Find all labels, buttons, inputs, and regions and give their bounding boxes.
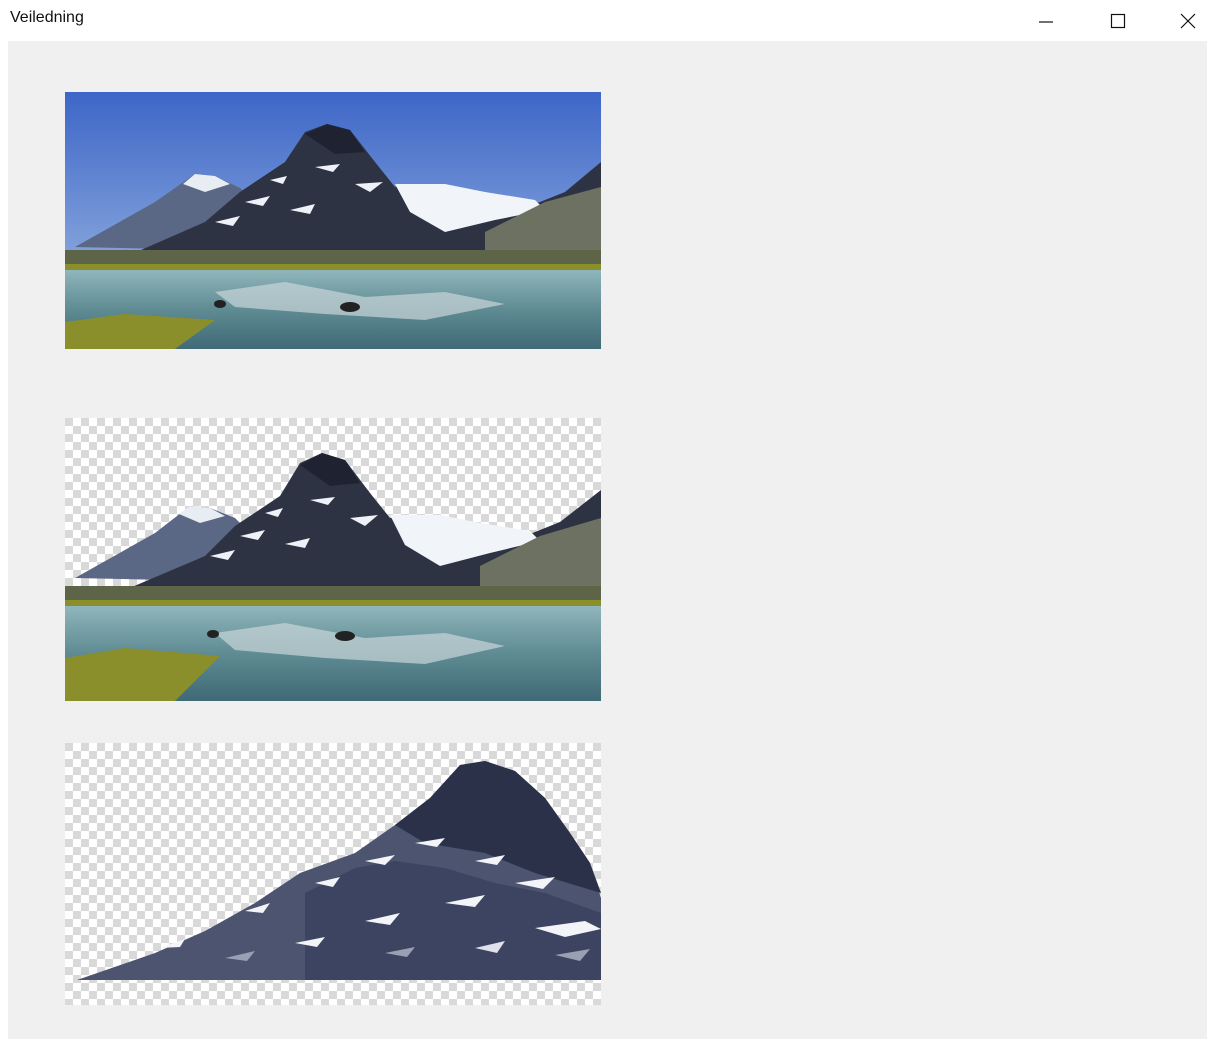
minimize-button[interactable] (1010, 0, 1082, 41)
mountain-lake-photo (65, 92, 601, 349)
mountain-lake-sky-removed (65, 418, 601, 701)
maximize-button[interactable] (1082, 0, 1154, 41)
title-bar: Veiledning (0, 0, 1215, 41)
close-button[interactable] (1152, 0, 1215, 41)
maximize-icon (1110, 13, 1126, 28)
window-title: Veiledning (10, 9, 84, 26)
minimize-icon (1039, 20, 1053, 23)
close-icon (1180, 13, 1196, 28)
mountain-vector-isolated (65, 743, 601, 1005)
